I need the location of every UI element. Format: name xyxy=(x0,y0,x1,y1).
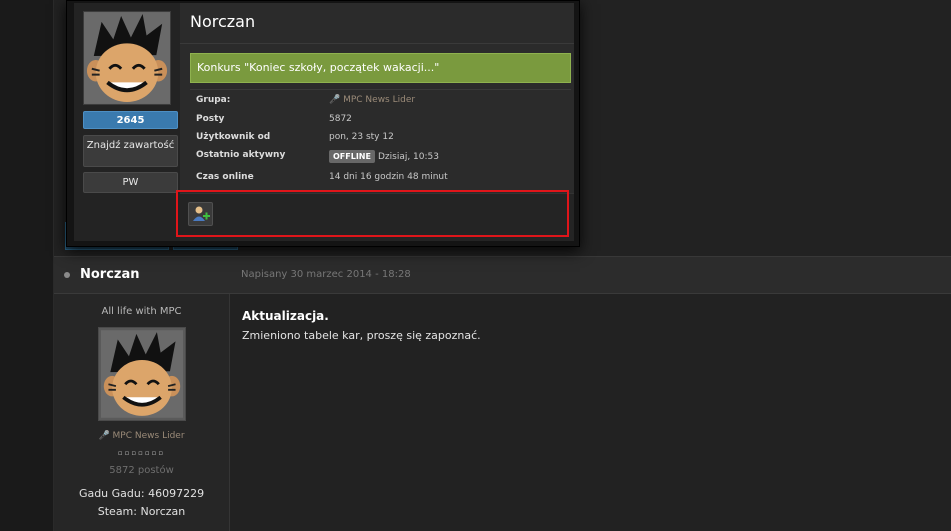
author-avatar[interactable] xyxy=(97,327,186,421)
offline-badge: OFFLINE xyxy=(329,150,375,163)
field-label: Posty xyxy=(196,114,225,124)
post-title: Aktualizacja. xyxy=(242,309,329,323)
mic-icon: 🎤 xyxy=(98,431,110,441)
divider xyxy=(190,89,571,90)
group-name: MPC News Lider xyxy=(343,95,416,105)
page-left-gutter xyxy=(0,0,54,531)
post-author-link[interactable]: Norczan xyxy=(80,267,140,282)
field-value-group: 🎤 MPC News Lider xyxy=(329,95,569,105)
post-body: Aktualizacja. Zmieniono tabele kar, pros… xyxy=(242,309,481,342)
private-message-button[interactable]: PW xyxy=(83,172,178,193)
field-value: pon, 23 sty 12 xyxy=(329,132,394,142)
hovercard-sidebar: 2645 Znajdź zawartość PW xyxy=(74,3,180,241)
author-panel: All life with MPC 🎤 MPC News Lider ▫▫▫▫▫… xyxy=(54,294,230,531)
field-label: Grupa: xyxy=(196,95,231,105)
rank-pips: ▫▫▫▫▫▫▫ xyxy=(117,449,166,457)
post-header: Norczan Napisany 30 marzec 2014 - 18:28 xyxy=(54,256,951,294)
divider xyxy=(180,43,574,44)
find-content-button[interactable]: Znajdź zawartość xyxy=(83,135,178,167)
field-label: Ostatnio aktywny xyxy=(196,150,286,160)
author-post-count: 5872 postów xyxy=(109,465,174,476)
avatar-face-icon xyxy=(84,12,170,104)
author-gadu-gadu: Gadu Gadu: 46097229 xyxy=(78,487,205,500)
field-value: 14 dni 16 godzin 48 minut xyxy=(329,172,448,182)
last-active-time: Dzisiaj, 10:53 xyxy=(377,152,439,162)
post-bullet-icon xyxy=(64,272,70,278)
post-date: Napisany 30 marzec 2014 - 18:28 xyxy=(241,269,411,280)
author-steam: Steam: Norczan xyxy=(97,505,186,518)
reputation-count-button[interactable]: 2645 xyxy=(83,111,178,129)
highlight-box xyxy=(176,190,569,237)
hovercard-avatar[interactable] xyxy=(83,11,171,105)
author-group-label: MPC News Lider xyxy=(112,431,185,441)
field-value-last-active: OFFLINE Dzisiaj, 10:53 xyxy=(329,150,569,163)
field-label: Czas online xyxy=(196,172,254,182)
field-value: 5872 xyxy=(329,114,352,124)
author-group: 🎤 MPC News Lider xyxy=(54,431,229,441)
field-label: Użytkownik od xyxy=(196,132,271,142)
hovercard-username[interactable]: Norczan xyxy=(190,12,255,31)
avatar-face-icon xyxy=(100,330,183,418)
author-title: All life with MPC xyxy=(101,306,182,317)
post-text: Zmieniono tabele kar, proszę się zapozna… xyxy=(242,329,481,342)
status-message: Konkurs "Koniec szkoły, początek wakacji… xyxy=(190,53,571,83)
mic-icon: 🎤 xyxy=(329,95,341,105)
